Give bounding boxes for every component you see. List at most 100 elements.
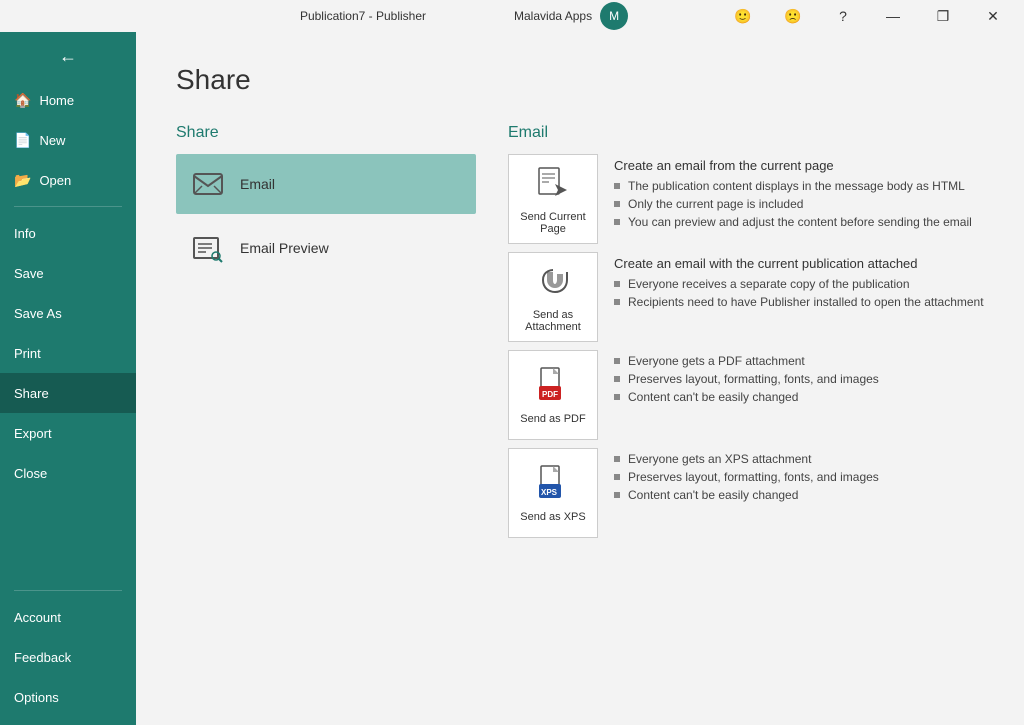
bullet-icon	[614, 358, 620, 364]
share-option-email[interactable]: Email	[176, 154, 476, 214]
sidebar-item-info[interactable]: Info	[0, 213, 136, 253]
alert-icon[interactable]: 🙁	[770, 0, 816, 32]
save-label: Save	[14, 266, 44, 281]
send-current-page-button[interactable]: Send Current Page	[508, 154, 598, 244]
open-label: Open	[39, 173, 71, 188]
back-icon: ←	[59, 46, 77, 67]
close-doc-label: Close	[14, 466, 47, 481]
restore-button[interactable]: ❐	[920, 0, 966, 32]
email-share-icon	[190, 166, 226, 202]
share-email-label: Email	[240, 176, 275, 192]
xps-icon: XPS	[535, 464, 571, 505]
sidebar-spacer	[0, 493, 136, 584]
title-bar-center: Publication7 - Publisher Malavida Apps M	[300, 2, 628, 30]
bullet-2-1: Preserves layout, formatting, fonts, and…	[614, 372, 984, 386]
app-title: Publication7 - Publisher	[300, 9, 426, 23]
new-icon: 📄	[14, 132, 31, 149]
bullet-0-1: Only the current page is included	[614, 197, 984, 211]
email-option-row-3: XPS Send as XPS Everyone gets an XPS att…	[508, 448, 984, 538]
bullet-2-2: Content can't be easily changed	[614, 390, 984, 404]
send-xps-label: Send as XPS	[520, 511, 585, 523]
account-label: Account	[14, 610, 61, 625]
bullet-icon	[614, 299, 620, 305]
window-controls[interactable]: 🙂 🙁 ? — ❐ ✕	[720, 0, 1016, 32]
email-option-row-1: Send as Attachment Create an email with …	[508, 252, 984, 342]
send-xps-desc: Everyone gets an XPS attachment Preserve…	[614, 448, 984, 506]
sidebar-item-home[interactable]: 🏠 Home	[0, 80, 136, 120]
email-section-title: Email	[508, 124, 984, 142]
share-layout: Share Email	[176, 124, 984, 538]
bullet-0-2: You can preview and adjust the content b…	[614, 215, 984, 229]
avatar: M	[600, 2, 628, 30]
close-button[interactable]: ✕	[970, 0, 1016, 32]
share-email-preview-label: Email Preview	[240, 240, 329, 256]
info-label: Info	[14, 226, 36, 241]
send-as-pdf-button[interactable]: PDF Send as PDF	[508, 350, 598, 440]
bullet-3-1: Preserves layout, formatting, fonts, and…	[614, 470, 984, 484]
sidebar-item-save-as[interactable]: Save As	[0, 293, 136, 333]
send-page-icon	[535, 164, 571, 205]
email-right-panel: Email	[508, 124, 984, 538]
send-current-page-title: Create an email from the current page	[614, 158, 984, 173]
bullet-icon	[614, 219, 620, 225]
send-attachment-desc: Create an email with the current publica…	[614, 252, 984, 313]
export-label: Export	[14, 426, 52, 441]
bullet-2-0: Everyone gets a PDF attachment	[614, 354, 984, 368]
bullet-3-2: Content can't be easily changed	[614, 488, 984, 502]
sidebar-item-feedback[interactable]: Feedback	[0, 637, 136, 677]
send-as-xps-button[interactable]: XPS Send as XPS	[508, 448, 598, 538]
sidebar-item-options[interactable]: Options	[0, 677, 136, 717]
send-pdf-label: Send as PDF	[520, 413, 585, 425]
bullet-0-0: The publication content displays in the …	[614, 179, 984, 193]
bullet-icon	[614, 474, 620, 480]
share-label: Share	[14, 386, 49, 401]
send-current-page-desc: Create an email from the current page Th…	[614, 154, 984, 233]
email-preview-icon	[190, 230, 226, 266]
title-bar: Publication7 - Publisher Malavida Apps M…	[0, 0, 1024, 32]
sidebar-item-open[interactable]: 📂 Open	[0, 160, 136, 200]
bullet-1-1: Recipients need to have Publisher instal…	[614, 295, 984, 309]
sidebar: ← 🏠 Home 📄 New 📂 Open Info Save Save As …	[0, 32, 136, 725]
bullet-icon	[614, 183, 620, 189]
svg-text:PDF: PDF	[542, 390, 558, 399]
bullet-icon	[614, 376, 620, 382]
back-button[interactable]: ←	[0, 32, 136, 80]
bullet-icon	[614, 492, 620, 498]
home-icon: 🏠	[14, 92, 31, 109]
email-option-row-2: PDF Send as PDF Everyone gets a PDF atta…	[508, 350, 984, 440]
bullet-icon	[614, 394, 620, 400]
sidebar-item-new[interactable]: 📄 New	[0, 120, 136, 160]
sidebar-item-save[interactable]: Save	[0, 253, 136, 293]
open-icon: 📂	[14, 172, 31, 189]
send-attachment-title: Create an email with the current publica…	[614, 256, 984, 271]
send-pdf-desc: Everyone gets a PDF attachment Preserves…	[614, 350, 984, 408]
sidebar-bottom: Account Feedback Options	[0, 597, 136, 725]
home-label: Home	[39, 93, 74, 108]
bullet-icon	[614, 281, 620, 287]
emoji-icon[interactable]: 🙂	[720, 0, 766, 32]
send-as-attachment-button[interactable]: Send as Attachment	[508, 252, 598, 342]
feedback-label: Feedback	[14, 650, 71, 665]
sidebar-item-close[interactable]: Close	[0, 453, 136, 493]
minimize-button[interactable]: —	[870, 0, 916, 32]
email-options-list: Send Current Page Create an email from t…	[508, 154, 984, 538]
send-attachment-label: Send as Attachment	[517, 309, 589, 333]
apps-label: Malavida Apps	[514, 9, 592, 23]
help-icon[interactable]: ?	[820, 0, 866, 32]
share-section-title: Share	[176, 124, 476, 142]
sidebar-divider-2	[14, 590, 122, 591]
bullet-icon	[614, 201, 620, 207]
main-content: Share Share Email	[136, 32, 1024, 725]
sidebar-item-share[interactable]: Share	[0, 373, 136, 413]
bullet-1-0: Everyone receives a separate copy of the…	[614, 277, 984, 291]
sidebar-item-export[interactable]: Export	[0, 413, 136, 453]
new-label: New	[39, 133, 65, 148]
share-option-email-preview[interactable]: Email Preview	[176, 218, 476, 278]
sidebar-item-account[interactable]: Account	[0, 597, 136, 637]
page-title: Share	[176, 64, 984, 96]
app-container: ← 🏠 Home 📄 New 📂 Open Info Save Save As …	[0, 32, 1024, 725]
send-current-page-label: Send Current Page	[517, 211, 589, 235]
sidebar-item-print[interactable]: Print	[0, 333, 136, 373]
attachment-icon	[535, 262, 571, 303]
bullet-icon	[614, 456, 620, 462]
